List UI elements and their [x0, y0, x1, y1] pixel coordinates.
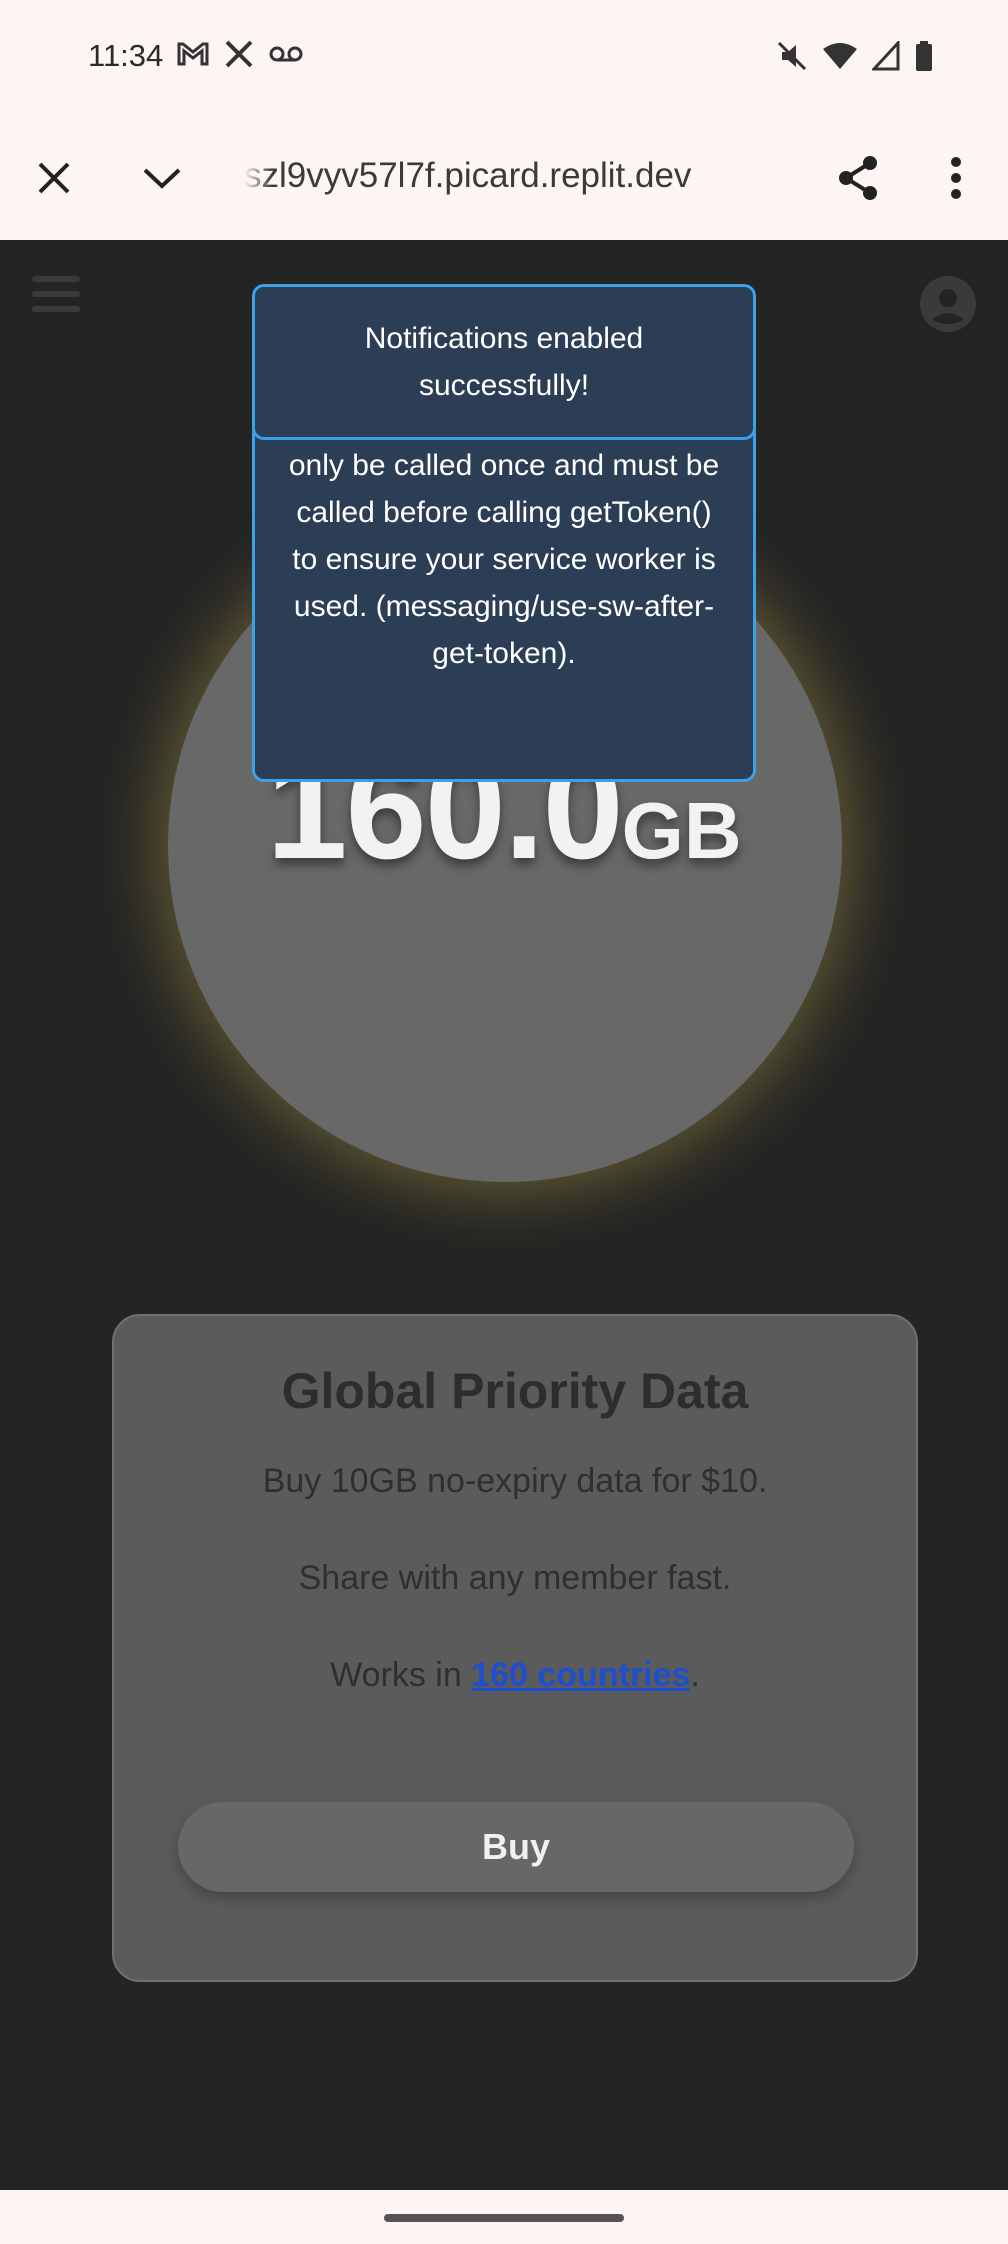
success-toast[interactable]: Notifications enabled successfully!	[252, 284, 756, 440]
signal-icon	[872, 41, 900, 71]
hamburger-line	[32, 291, 80, 297]
gmail-icon	[177, 42, 209, 66]
x-icon	[225, 40, 253, 68]
close-tab-button[interactable]	[20, 144, 88, 212]
countries-suffix: .	[690, 1656, 700, 1694]
browser-toolbar: szl9vyv57l7f.picard.replit.dev	[0, 116, 1008, 240]
mute-icon	[777, 41, 807, 71]
card-title: Global Priority Data	[281, 1363, 749, 1419]
hamburger-line	[32, 306, 80, 312]
more-options-button[interactable]	[922, 144, 990, 212]
voicemail-icon	[269, 46, 303, 62]
hamburger-icon[interactable]	[32, 276, 80, 324]
url-text[interactable]: szl9vyv57l7f.picard.replit.dev	[244, 156, 714, 196]
offer-card: Global Priority Data Buy 10GB no-expiry …	[112, 1314, 918, 1982]
wifi-icon	[823, 43, 857, 69]
share-icon	[839, 156, 877, 200]
account-silhouette	[932, 289, 964, 324]
card-line-countries: Works in 160 countries.	[114, 1656, 916, 1695]
hamburger-line	[32, 276, 80, 282]
account-circle-icon[interactable]	[920, 276, 976, 332]
card-line-price: Buy 10GB no-expiry data for $10.	[262, 1462, 768, 1500]
countries-prefix: Works in	[330, 1656, 472, 1694]
page-content: 160.0GB Global Priority Data Buy 10GB no…	[0, 240, 1008, 2190]
battery-icon	[916, 41, 932, 71]
error-toast-text: useServiceWorker() method may only be ca…	[285, 423, 723, 670]
system-icons	[776, 40, 934, 72]
home-handle[interactable]	[384, 2214, 624, 2222]
buy-button[interactable]: Buy	[178, 1802, 854, 1892]
status-time: 11:34	[88, 38, 164, 73]
countries-link[interactable]: 160 countries	[471, 1656, 690, 1694]
status-bar: 11:34	[0, 0, 1008, 116]
more-vert-icon	[951, 157, 961, 199]
collapse-button[interactable]	[128, 144, 196, 212]
card-line-share: Share with any member fast.	[298, 1559, 732, 1597]
close-icon	[38, 162, 70, 194]
chevron-down-icon	[143, 168, 181, 189]
share-button[interactable]	[824, 144, 892, 212]
error-toast[interactable]: useServiceWorker() method may only be ca…	[252, 420, 756, 782]
success-toast-text: Notifications enabled successfully!	[364, 322, 644, 402]
url-fade	[244, 146, 272, 206]
notification-icons	[176, 40, 304, 68]
data-unit: GB	[621, 786, 742, 875]
gesture-nav-bar	[0, 2190, 1008, 2244]
